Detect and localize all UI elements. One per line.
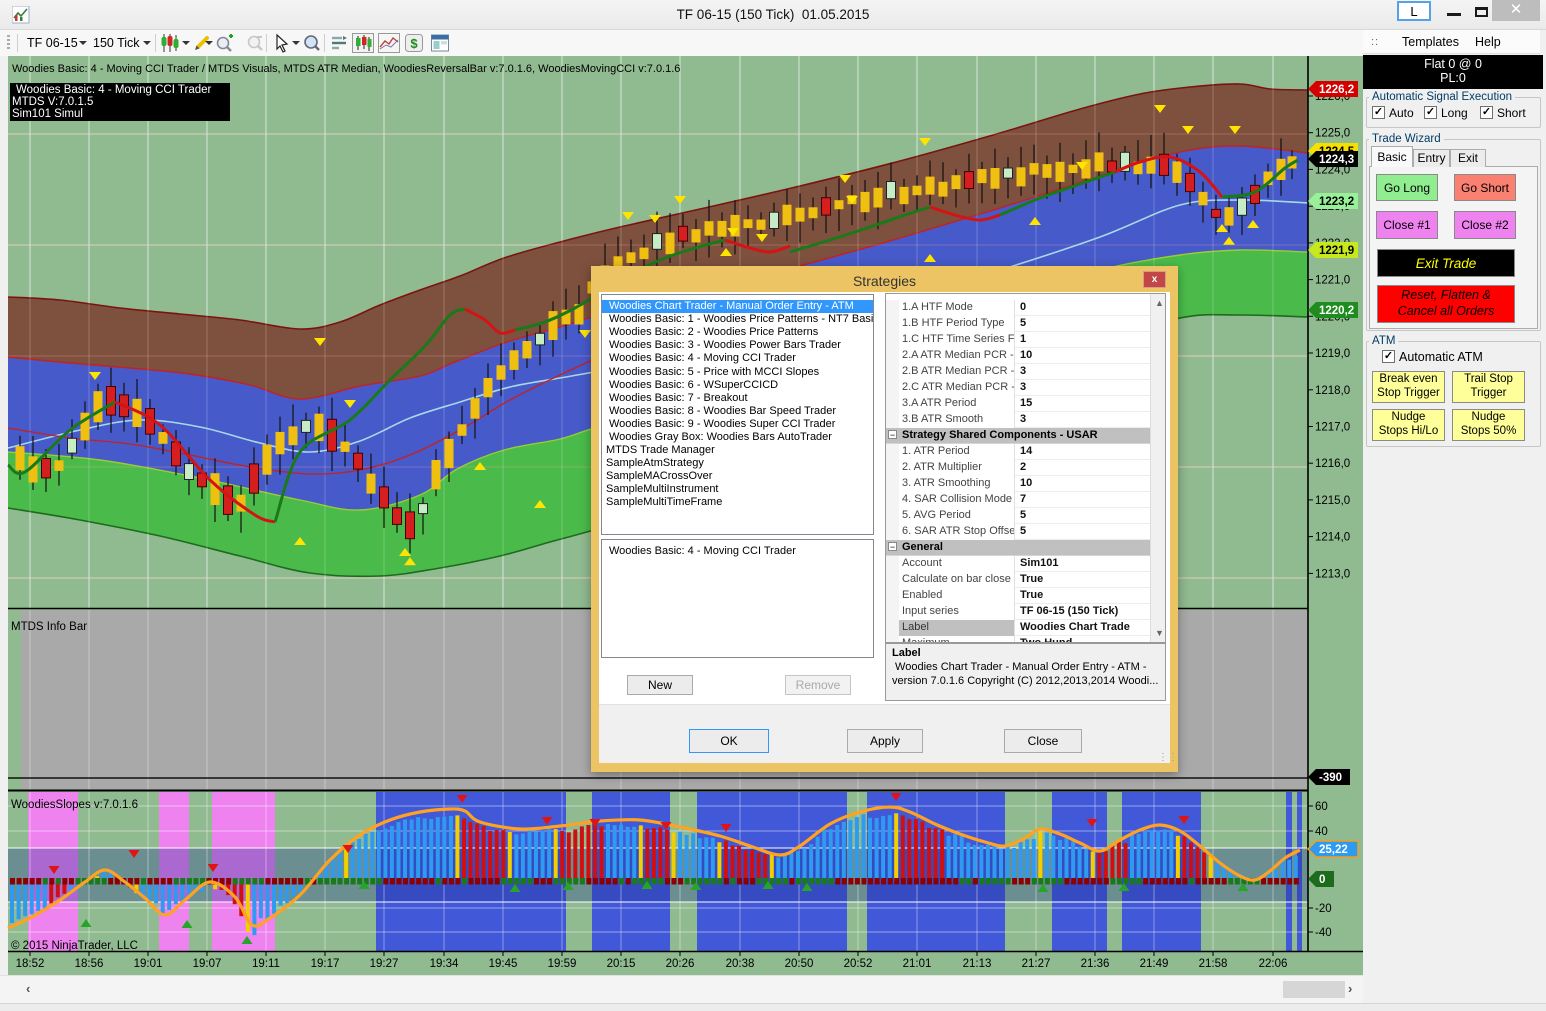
svg-text:Sim101 Simul: Sim101 Simul (12, 108, 83, 120)
svg-text:21:27: 21:27 (1022, 958, 1051, 970)
svg-text:1225,0: 1225,0 (1315, 128, 1350, 140)
svg-text:1219,0: 1219,0 (1315, 348, 1350, 360)
svg-text:19:17: 19:17 (311, 958, 340, 970)
svg-text:0: 0 (1319, 874, 1325, 886)
svg-text:18:56: 18:56 (75, 958, 104, 970)
svg-text:21:13: 21:13 (963, 958, 992, 970)
svg-text:1223,2: 1223,2 (1319, 196, 1354, 208)
svg-text:25,22: 25,22 (1319, 844, 1348, 856)
svg-text:19:07: 19:07 (193, 958, 222, 970)
svg-text:21:58: 21:58 (1199, 958, 1228, 970)
svg-text:1216,0: 1216,0 (1315, 458, 1350, 470)
svg-text:18:52: 18:52 (16, 958, 45, 970)
svg-text:20:52: 20:52 (844, 958, 873, 970)
svg-text:19:01: 19:01 (134, 958, 163, 970)
svg-text:21:36: 21:36 (1081, 958, 1110, 970)
svg-text:21:01: 21:01 (903, 958, 932, 970)
svg-text:20:50: 20:50 (785, 958, 814, 970)
svg-text:Woodies Basic: 4 - Moving CCI: Woodies Basic: 4 - Moving CCI Trader / M… (12, 63, 680, 75)
svg-text:1221,9: 1221,9 (1319, 245, 1354, 257)
svg-text:40: 40 (1315, 826, 1328, 838)
svg-text:WoodiesSlopes v:7.0.1.6: WoodiesSlopes v:7.0.1.6 (11, 799, 138, 811)
svg-text:-20: -20 (1315, 903, 1332, 915)
svg-text:21:49: 21:49 (1140, 958, 1169, 970)
svg-text:1224,3: 1224,3 (1319, 154, 1354, 166)
svg-text:$: $ (410, 36, 418, 51)
svg-text:-40: -40 (1315, 927, 1332, 939)
svg-text:22:06: 22:06 (1259, 958, 1288, 970)
svg-text:-390: -390 (1319, 772, 1342, 784)
svg-text:20:15: 20:15 (607, 958, 636, 970)
svg-text:60: 60 (1315, 801, 1328, 813)
svg-text:19:34: 19:34 (430, 958, 459, 970)
svg-text:19:11: 19:11 (252, 958, 280, 970)
svg-text:MTDS V:7.0.1.5: MTDS V:7.0.1.5 (12, 96, 93, 108)
svg-text:1218,0: 1218,0 (1315, 385, 1350, 397)
svg-text:1213,0: 1213,0 (1315, 568, 1350, 580)
svg-text:19:27: 19:27 (370, 958, 399, 970)
svg-text:19:45: 19:45 (489, 958, 518, 970)
svg-text:1221,0: 1221,0 (1315, 275, 1350, 287)
svg-text:1220,2: 1220,2 (1319, 305, 1354, 317)
svg-text:Woodies Basic: 4 - Moving CCI: Woodies Basic: 4 - Moving CCI Trader (16, 84, 212, 96)
svg-text:1226,2: 1226,2 (1319, 84, 1354, 96)
svg-text:© 2015 NinjaTrader, LLC: © 2015 NinjaTrader, LLC (11, 940, 138, 952)
svg-text:MTDS Info Bar: MTDS Info Bar (11, 621, 87, 633)
svg-text:19:59: 19:59 (548, 958, 577, 970)
svg-text:20:38: 20:38 (726, 958, 755, 970)
svg-text:1217,0: 1217,0 (1315, 422, 1350, 434)
svg-text:20:26: 20:26 (666, 958, 695, 970)
svg-text:1215,0: 1215,0 (1315, 495, 1350, 507)
svg-text:1214,0: 1214,0 (1315, 532, 1350, 544)
